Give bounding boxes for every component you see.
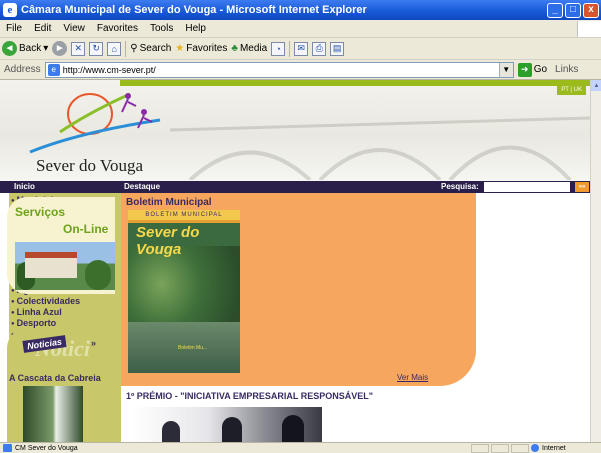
chevron-right-icon[interactable]: » [91,338,96,348]
windows-flag-icon [577,20,601,37]
back-dropdown-icon: ▾ [43,43,49,54]
back-label: Back [19,43,42,54]
media-label: Media [239,43,268,54]
favorites-button[interactable]: ★ Favorites [175,43,227,54]
minimize-button[interactable]: _ [547,2,563,18]
sidebar-item-label: Linha Azul [16,306,62,317]
menu-file[interactable]: File [0,23,28,34]
header-accent-bar [120,80,590,86]
news-headline[interactable]: A Cascata da Cabreia [9,373,101,383]
menu-tools[interactable]: Tools [144,23,179,34]
go-arrow-icon: ➜ [517,62,532,77]
title-bar: e Câmara Municipal de Sever do Vouga - M… [0,0,601,20]
media-button[interactable]: ♣ Media [231,43,267,54]
sidebar-item[interactable]: Colectividades [11,296,121,307]
star-icon: ★ [175,43,185,54]
home-icon[interactable]: ⌂ [107,41,122,56]
ver-mais-link[interactable]: Ver Mais [397,373,428,382]
bridge-image [170,116,590,180]
servicos-title: Serviços [15,205,66,219]
brand-name[interactable]: Sever do Vouga [36,156,143,176]
menu-bar: File Edit View Favorites Tools Help [0,20,601,38]
back-button[interactable]: ◄ Back ▾ [2,41,48,56]
premio-photo[interactable] [132,407,322,442]
premio-headline[interactable]: 1º PRÉMIO - "INICIATIVA EMPRESARIAL RESP… [126,391,373,401]
close-button[interactable]: x [583,2,599,18]
mail-icon[interactable]: ✉ [294,41,309,56]
search-button[interactable]: ⚲ Search [130,43,171,54]
address-dropdown-icon[interactable]: ▼ [498,62,513,77]
refresh-icon[interactable]: ↻ [89,41,104,56]
site-header: PT | UK Sever do Vouga [0,80,590,181]
search-label: Pesquisa: [441,182,479,191]
status-bar: CM Sever do Vouga Internet [0,442,601,453]
links-button[interactable]: Links [555,64,578,75]
maximize-button[interactable]: □ [565,2,581,18]
sever-logo-icon [29,92,161,154]
media-icon: ♣ [231,43,238,54]
toolbar: ◄ Back ▾ ► ✕ ↻ ⌂ ⚲ Search ★ Favorites ♣ … [0,38,601,60]
status-pane [491,443,509,453]
go-button[interactable]: ➜ Go [517,62,548,77]
edit-icon[interactable]: ▤ [330,41,345,56]
servicos-online-panel[interactable]: Serviços On-Line [7,197,115,294]
nav-inicio[interactable]: Inicio [14,182,35,191]
status-pane [471,443,489,453]
forward-button[interactable]: ► [52,41,68,56]
sidebar-item[interactable]: Linha Azul [11,307,121,318]
status-text: CM Sever do Vouga [15,444,78,452]
security-zone: Internet [531,444,601,452]
magnifier-icon: ⚲ [130,43,138,54]
ie-logo-icon: e [3,3,17,17]
menu-edit[interactable]: Edit [28,23,57,34]
site-navbar: Inicio Destaque Pesquisa: »» [0,181,590,193]
address-bar: Address e http://www.cm-sever.pt/ ▼ ➜ Go… [0,60,601,80]
online-title: On-Line [63,222,109,236]
toolbar-separator [289,40,291,57]
waterfall-image[interactable] [23,386,83,442]
window-title: Câmara Municipal de Sever do Vouga - Mic… [21,4,367,16]
vertical-scrollbar[interactable]: ▲ [590,80,601,442]
page-status-icon [3,444,12,452]
scroll-up-arrow-icon[interactable]: ▲ [591,80,601,91]
address-input[interactable]: e http://www.cm-sever.pt/ ▼ [44,61,514,78]
boletim-cover-image[interactable]: BOLETIM MUNICIPAL Sever do Vouga Boletim… [128,210,240,373]
status-pane [511,443,529,453]
search-label: Search [139,43,172,54]
menu-view[interactable]: View [57,23,91,34]
sidebar-item-label: Colectividades [16,295,81,306]
go-label: Go [533,64,548,75]
back-arrow-icon: ◄ [2,41,17,56]
nav-destaque[interactable]: Destaque [124,182,160,191]
site-search-input[interactable] [484,182,570,192]
stop-icon[interactable]: ✕ [71,41,86,56]
boletim-cover-title: Sever do Vouga [136,224,200,258]
menu-favorites[interactable]: Favorites [91,23,144,34]
page-icon: e [47,63,60,76]
boletim-band: BOLETIM MUNICIPAL [128,210,240,220]
zone-label: Internet [542,444,566,452]
language-selector[interactable]: PT | UK [557,86,586,95]
boletim-cover-caption: Boletim Mu... [178,345,208,351]
sidebar-item-label: Desporto [16,318,57,329]
toolbar-separator [125,40,127,57]
favorites-label: Favorites [186,43,228,54]
town-hall-image [15,242,115,290]
boletim-heading[interactable]: Boletim Municipal [126,197,212,208]
address-url[interactable]: http://www.cm-sever.pt/ [63,65,499,75]
print-icon[interactable]: ⎙ [312,41,327,56]
history-icon[interactable]: ◔ [271,41,286,56]
page-viewport: PT | UK Sever do Vouga Inicio Destaque P… [0,80,601,442]
menu-help[interactable]: Help [179,23,212,34]
boletim-panel: Boletim Municipal BOLETIM MUNICIPAL Seve… [121,193,476,386]
address-label: Address [4,64,41,75]
globe-icon [531,444,539,452]
site-search-button[interactable]: »» [575,182,589,192]
noticias-panel: Notici Noticias » A Cascata da Cabreia [7,328,115,442]
